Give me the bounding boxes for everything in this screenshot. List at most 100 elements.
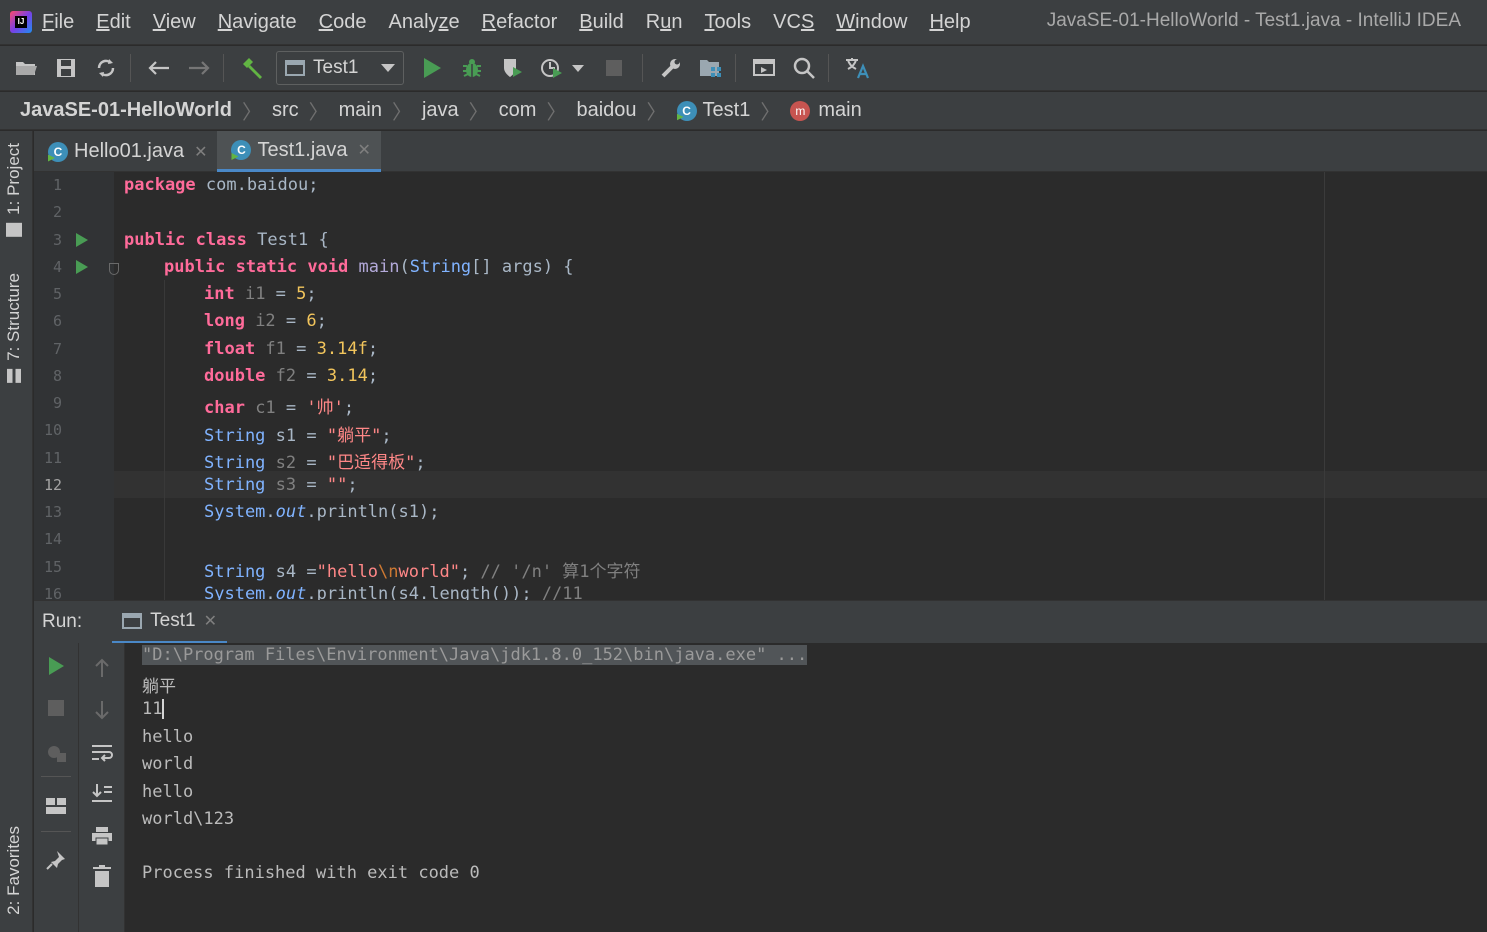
tab-test1-java[interactable]: C Test1.java ✕ (217, 131, 381, 172)
window-title: JavaSE-01-HelloWorld - Test1.java - Inte… (1046, 10, 1461, 31)
run-icon[interactable] (414, 50, 450, 86)
code-token: com.baidou; (195, 175, 319, 195)
logo-text: IJ (15, 16, 27, 28)
breadcrumb-com[interactable]: com (499, 99, 537, 122)
debug-bug-icon[interactable] (454, 50, 490, 86)
run-with-coverage-icon[interactable] (494, 50, 530, 86)
favorites-tool-label: 2: Favorites (4, 826, 23, 915)
trash-icon[interactable] (87, 861, 117, 891)
stop-icon[interactable] (596, 50, 632, 86)
breadcrumb-java[interactable]: java (422, 99, 459, 122)
menu-window[interactable]: Window (836, 11, 907, 34)
console-output-line: 11 (142, 699, 165, 719)
code-line-3: public class Test1 { (124, 230, 329, 250)
code-token: public (164, 257, 226, 277)
search-icon[interactable] (786, 50, 822, 86)
menu-bar: IJ File Edit View Navigate Code Analyze Refact… (0, 0, 1487, 45)
run-tab-test1[interactable]: Test1 ✕ (112, 601, 227, 644)
run-tools-secondary (79, 643, 125, 932)
fold-marker-icon[interactable] (109, 263, 119, 275)
code-token: "巴适得板" (326, 453, 416, 473)
application-config-icon (122, 612, 143, 629)
code-line-16: System.out.println(s4.length()); //11 (204, 584, 583, 600)
code-token: 5 (296, 284, 307, 304)
intellij-logo-icon: IJ (10, 11, 32, 33)
synchronize-icon[interactable] (88, 50, 124, 86)
breadcrumb: JavaSE-01-HelloWorld 〉 src 〉 main 〉 java… (0, 92, 1487, 130)
breadcrumb-class[interactable]: C Test1 (676, 99, 751, 122)
main-toolbar: Test1 (0, 46, 1487, 91)
run-configuration-select[interactable]: Test1 (276, 51, 404, 85)
settings-wrench-icon[interactable] (653, 50, 689, 86)
menu-file[interactable]: File (42, 11, 74, 34)
open-folder-icon[interactable] (8, 50, 44, 86)
project-structure-icon[interactable] (693, 50, 729, 86)
code-line-15: String s4 ="hello\nworld"; // '/n' 算1个字符 (204, 557, 641, 582)
presentation-mode-icon[interactable] (746, 50, 782, 86)
print-icon[interactable] (87, 821, 117, 851)
menu-help[interactable]: Help (929, 11, 970, 34)
profile-dropdown-chevron-icon[interactable] (570, 50, 586, 86)
code-token: .println(s1); (306, 502, 440, 522)
code-comment: //11 (541, 584, 583, 600)
menu-refactor[interactable]: Refactor (482, 11, 558, 34)
breadcrumb-project[interactable]: JavaSE-01-HelloWorld (20, 99, 232, 122)
run-gutter-icon[interactable] (76, 260, 88, 274)
menu-edit[interactable]: Edit (96, 11, 130, 34)
breadcrumb-src[interactable]: src (272, 99, 299, 122)
layout-icon[interactable] (41, 791, 71, 821)
code-token: ( (399, 257, 410, 277)
close-icon[interactable]: ✕ (194, 142, 207, 162)
run-configuration-label: Test1 (313, 57, 359, 78)
project-tool-tab[interactable]: 1: Project (4, 143, 24, 237)
code-token: "hello (316, 562, 379, 582)
menu-build[interactable]: Build (579, 11, 623, 34)
restore-layout-icon[interactable] (41, 737, 71, 767)
code-token: = (296, 366, 327, 386)
line-number: 14 (43, 530, 62, 549)
code-token: = (265, 284, 297, 304)
tool-separator (41, 776, 71, 777)
breadcrumb-baidou[interactable]: baidou (576, 99, 636, 122)
rerun-icon[interactable] (41, 651, 71, 681)
menu-run[interactable]: Run (646, 11, 683, 34)
structure-tool-tab[interactable]: 7: Structure (4, 273, 24, 383)
close-icon[interactable]: ✕ (358, 140, 371, 160)
code-editor[interactable]: 1 2 3 4 5 6 7 8 9 10 11 12 13 14 15 16 package com.baid… (34, 172, 1487, 600)
code-token: out (275, 502, 307, 522)
favorites-tool-tab[interactable]: 2: Favorites (4, 826, 24, 915)
translate-icon[interactable] (839, 50, 875, 86)
code-token: ; (316, 311, 327, 331)
pin-icon[interactable] (41, 845, 71, 875)
scroll-to-end-icon[interactable] (87, 779, 117, 809)
soft-wrap-icon[interactable] (87, 738, 117, 768)
tab-hello01-java[interactable]: C Hello01.java ✕ (34, 131, 217, 172)
arrow-up-icon[interactable] (87, 653, 117, 683)
save-all-icon[interactable] (48, 50, 84, 86)
code-token: c1 (244, 398, 276, 418)
run-console-output[interactable]: "D:\Program Files\Environment\Java\jdk1.… (125, 643, 1487, 932)
code-token: String (409, 257, 472, 277)
code-comment: // '/n' 算1个字符 (480, 562, 641, 582)
code-token: ; (347, 475, 358, 495)
back-arrow-icon[interactable] (141, 50, 177, 86)
menu-view[interactable]: View (153, 11, 196, 34)
breadcrumb-main-folder[interactable]: main (339, 99, 382, 122)
menu-navigate[interactable]: Navigate (218, 11, 297, 34)
chevron-down-icon (381, 64, 395, 72)
build-hammer-icon[interactable] (234, 50, 270, 86)
profile-run-icon[interactable] (534, 50, 570, 86)
menu-tools[interactable]: Tools (704, 11, 751, 34)
arrow-down-icon[interactable] (87, 695, 117, 725)
forward-arrow-icon[interactable] (181, 50, 217, 86)
stop-icon[interactable] (41, 693, 71, 723)
run-gutter-icon[interactable] (76, 233, 88, 247)
breadcrumb-class-label: Test1 (702, 99, 751, 121)
menu-vcs[interactable]: VCS (773, 11, 814, 34)
breadcrumb-method[interactable]: m main (790, 99, 862, 122)
code-token: String (204, 426, 266, 446)
menu-code[interactable]: Code (319, 11, 367, 34)
close-icon[interactable]: ✕ (204, 611, 217, 631)
menu-analyze[interactable]: Analyze (388, 11, 459, 34)
run-panel-header: Run: Test1 ✕ (34, 600, 1487, 644)
